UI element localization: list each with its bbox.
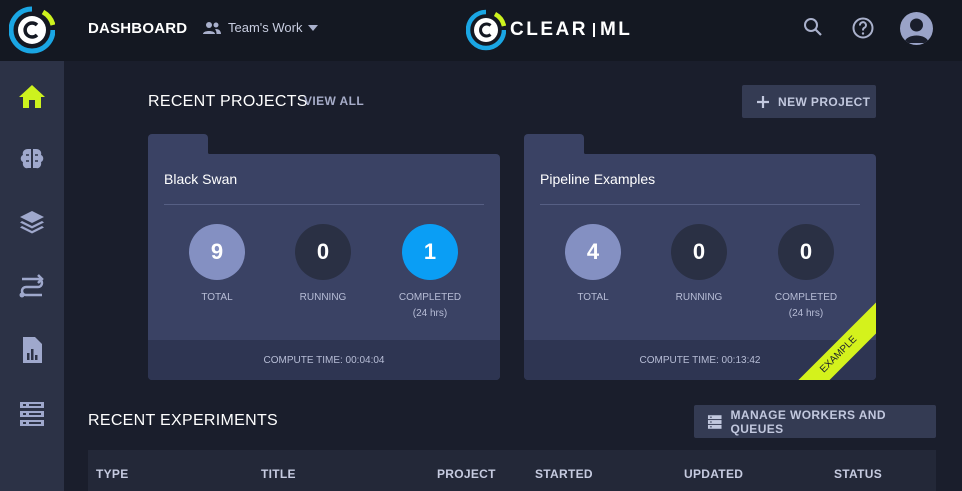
sidebar <box>0 0 64 491</box>
column-header-status[interactable]: STATUS <box>834 467 882 481</box>
brand-logo[interactable]: CLEAR ML <box>466 9 632 51</box>
search-button[interactable] <box>803 17 823 42</box>
project-name: Pipeline Examples <box>540 171 656 187</box>
card-folder-tab <box>148 134 210 156</box>
column-header-type[interactable]: TYPE <box>96 467 129 481</box>
completed-label: COMPLETED (24 hrs) <box>766 290 846 322</box>
experiments-table-header: TYPE TITLE PROJECT STARTED UPDATED STATU… <box>88 450 936 491</box>
search-icon <box>804 18 822 36</box>
stat-completed: 0 COMPLETED (24 hrs) <box>766 224 846 322</box>
new-project-label: NEW PROJECT <box>778 94 871 109</box>
brand-divider <box>592 23 595 37</box>
column-header-title[interactable]: TITLE <box>261 467 296 481</box>
report-icon <box>23 336 42 363</box>
total-label: TOTAL <box>577 292 609 303</box>
plus-icon <box>757 95 769 108</box>
project-card-pipeline-examples[interactable]: Pipeline Examples 4 TOTAL 0 RUNNING 0 CO… <box>524 134 876 380</box>
sidebar-item-projects[interactable] <box>0 127 64 190</box>
completed-label-text: COMPLETED <box>774 292 838 303</box>
top-header: DASHBOARD Team's Work CLEAR ML <box>64 0 962 61</box>
server-icon <box>20 401 44 426</box>
completed-sub-label: (24 hrs) <box>788 308 824 319</box>
project-name: Black Swan <box>164 171 238 187</box>
brain-icon <box>20 148 44 168</box>
divider <box>540 204 860 205</box>
user-avatar-icon <box>904 18 929 43</box>
column-header-project[interactable]: PROJECT <box>437 467 496 481</box>
completed-label-text: COMPLETED <box>398 292 462 303</box>
manage-workers-button[interactable]: MANAGE WORKERS AND QUEUES <box>694 405 936 438</box>
column-header-updated[interactable]: UPDATED <box>684 467 743 481</box>
column-header-started[interactable]: STARTED <box>535 467 593 481</box>
sidebar-item-pipelines[interactable] <box>0 254 64 317</box>
view-all-link[interactable]: VIEW ALL <box>304 94 364 108</box>
running-label: RUNNING <box>299 292 347 303</box>
home-icon <box>19 84 45 108</box>
card-body: Black Swan 9 TOTAL 0 RUNNING 1 COMPLETED… <box>148 154 500 380</box>
workspace-name: Team's Work <box>228 20 303 35</box>
team-icon <box>203 21 221 34</box>
sidebar-logo[interactable] <box>0 0 64 61</box>
card-body: Pipeline Examples 4 TOTAL 0 RUNNING 0 CO… <box>524 154 876 380</box>
user-avatar[interactable] <box>900 12 933 45</box>
card-folder-tab <box>524 134 586 156</box>
recent-experiments-title: RECENT EXPERIMENTS <box>88 412 279 429</box>
stat-total: 9 TOTAL <box>177 224 257 306</box>
completed-sub-label: (24 hrs) <box>412 308 448 319</box>
pipeline-icon <box>19 273 44 297</box>
running-count: 0 <box>671 224 727 280</box>
clearml-logo-icon <box>9 6 55 54</box>
help-icon <box>852 17 874 39</box>
layers-icon <box>20 210 44 233</box>
workspace-selector[interactable]: Team's Work <box>202 20 319 35</box>
manage-workers-label: MANAGE WORKERS AND QUEUES <box>730 407 886 436</box>
completed-count: 0 <box>778 224 834 280</box>
sidebar-item-workers[interactable] <box>0 382 64 445</box>
stat-completed: 1 COMPLETED (24 hrs) <box>390 224 470 322</box>
sidebar-item-reports[interactable] <box>0 318 64 381</box>
server-icon <box>707 414 722 429</box>
running-count: 0 <box>295 224 351 280</box>
total-label: TOTAL <box>201 292 233 303</box>
divider <box>164 204 484 205</box>
stat-total: 4 TOTAL <box>553 224 633 306</box>
new-project-button[interactable]: NEW PROJECT <box>742 85 876 118</box>
chevron-down-icon <box>308 24 319 31</box>
help-button[interactable] <box>852 17 874 44</box>
sidebar-item-home[interactable] <box>0 64 64 127</box>
stat-running: 0 RUNNING <box>283 224 363 306</box>
page-title: DASHBOARD <box>88 20 188 37</box>
completed-count: 1 <box>402 224 458 280</box>
compute-time: COMPUTE TIME: 00:04:04 <box>148 340 500 380</box>
running-label: RUNNING <box>675 292 723 303</box>
brand-name-left: CLEAR <box>510 19 588 40</box>
total-count: 4 <box>565 224 621 280</box>
stat-running: 0 RUNNING <box>659 224 739 306</box>
recent-projects-title: RECENT PROJECTS <box>148 93 308 110</box>
project-card-black-swan[interactable]: Black Swan 9 TOTAL 0 RUNNING 1 COMPLETED… <box>148 134 500 380</box>
brand-name-right: ML <box>599 19 633 40</box>
total-count: 9 <box>189 224 245 280</box>
sidebar-item-datasets[interactable] <box>0 190 64 253</box>
clearml-logo-icon <box>466 9 506 51</box>
completed-label: COMPLETED (24 hrs) <box>390 290 470 322</box>
